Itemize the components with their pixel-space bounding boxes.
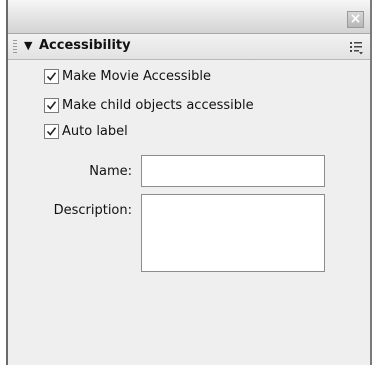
make-child-objects-accessible-row[interactable]: Make child objects accessible bbox=[44, 96, 254, 114]
auto-label-checkbox[interactable] bbox=[44, 123, 59, 139]
panel-header[interactable]: ▼ Accessibility bbox=[8, 34, 370, 60]
accessibility-panel-window: × ▼ Accessibility Make Movie Accessible … bbox=[6, 0, 372, 365]
make-child-objects-accessible-label: Make child objects accessible bbox=[62, 97, 254, 113]
name-label: Name: bbox=[89, 164, 132, 179]
make-child-objects-accessible-checkbox[interactable] bbox=[44, 97, 59, 113]
panel-content: Make Movie Accessible Make child objects… bbox=[8, 60, 370, 365]
close-icon: × bbox=[349, 11, 362, 27]
panel-title[interactable]: Accessibility bbox=[39, 38, 131, 53]
panel-options-menu-icon[interactable] bbox=[350, 40, 364, 55]
description-textarea[interactable] bbox=[141, 194, 325, 272]
drag-grip-icon[interactable] bbox=[13, 40, 17, 53]
panel-titlebar[interactable]: × bbox=[8, 0, 370, 34]
checkmark-icon bbox=[46, 100, 57, 110]
collapse-triangle-icon[interactable]: ▼ bbox=[24, 39, 32, 52]
auto-label-row[interactable]: Auto label bbox=[44, 122, 128, 140]
make-movie-accessible-checkbox[interactable] bbox=[44, 68, 59, 84]
auto-label-label: Auto label bbox=[62, 123, 128, 139]
checkmark-icon bbox=[46, 71, 57, 81]
checkmark-icon bbox=[46, 126, 57, 136]
name-input[interactable] bbox=[141, 155, 325, 187]
close-button[interactable]: × bbox=[347, 11, 364, 28]
description-label: Description: bbox=[53, 203, 132, 218]
make-movie-accessible-label: Make Movie Accessible bbox=[62, 68, 211, 84]
make-movie-accessible-row[interactable]: Make Movie Accessible bbox=[44, 67, 211, 85]
